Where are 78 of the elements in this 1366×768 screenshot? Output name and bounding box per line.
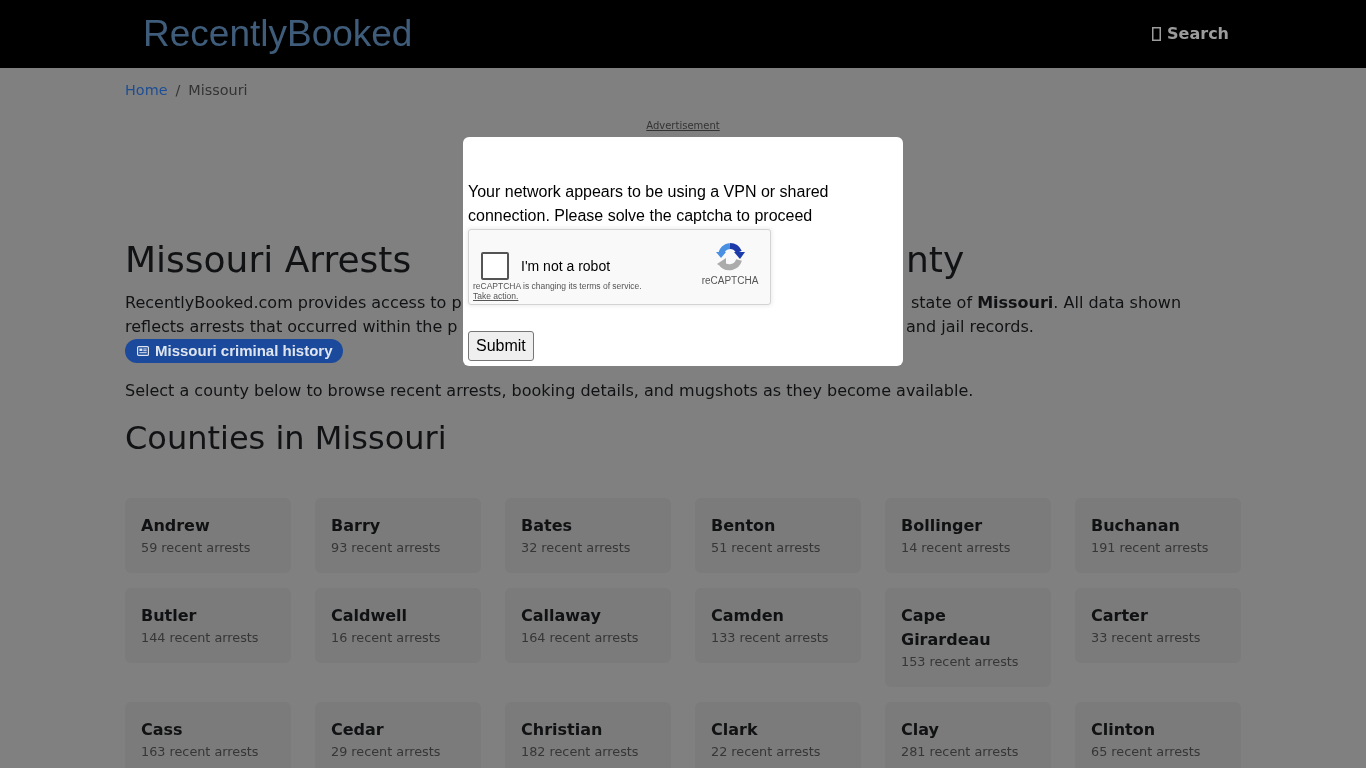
county-card[interactable]: Caldwell 16 recent arrests: [315, 588, 481, 663]
arrest-count: 164 recent arrests: [521, 629, 640, 647]
arrest-count: 153 recent arrests: [901, 653, 1020, 671]
search-button[interactable]: Search: [1152, 22, 1229, 46]
criminal-history-badge[interactable]: Missouri criminal history: [125, 339, 343, 363]
site-logo[interactable]: RecentlyBooked: [143, 12, 413, 56]
county-name: Clay: [901, 719, 940, 741]
intro-text: reflects arrests that occurred within the p: [125, 317, 458, 336]
arrest-count: 144 recent arrests: [141, 629, 260, 647]
county-card[interactable]: Camden 133 recent arrests: [695, 588, 861, 663]
captcha-notice-link[interactable]: Take action.: [473, 291, 519, 301]
page-heading: nty: [906, 238, 965, 282]
county-card[interactable]: Christian 182 recent arrests: [505, 702, 671, 768]
arrest-count: 65 recent arrests: [1091, 743, 1202, 761]
arrest-count: 22 recent arrests: [711, 743, 822, 761]
ad-label: Advertisement: [646, 121, 720, 131]
county-card[interactable]: Benton 51 recent arrests: [695, 498, 861, 573]
arrest-count: 191 recent arrests: [1091, 539, 1210, 557]
arrest-count: 59 recent arrests: [141, 539, 252, 557]
county-name: Clark: [711, 719, 759, 741]
county-name: Camden: [711, 605, 785, 627]
county-card[interactable]: Barry 93 recent arrests: [315, 498, 481, 573]
county-name: Benton: [711, 515, 777, 537]
county-card[interactable]: Clark 22 recent arrests: [695, 702, 861, 768]
county-card[interactable]: Cedar 29 recent arrests: [315, 702, 481, 768]
county-card[interactable]: Clay 281 recent arrests: [885, 702, 1051, 768]
captcha-checkbox[interactable]: [481, 252, 509, 280]
arrest-count: 16 recent arrests: [331, 629, 442, 647]
arrest-count: 33 recent arrests: [1091, 629, 1202, 647]
county-name: Butler: [141, 605, 198, 627]
captcha-notice: reCAPTCHA is changing its terms of service.: [473, 281, 642, 291]
county-name: Carter: [1091, 605, 1149, 627]
county-card[interactable]: Clinton 65 recent arrests: [1075, 702, 1241, 768]
breadcrumb-current: Missouri: [188, 81, 248, 100]
arrest-count: 281 recent arrests: [901, 743, 1020, 761]
section-heading: Counties in Missouri: [125, 419, 448, 457]
circular-arrows-icon: [714, 240, 746, 272]
glyph-box-icon: [1152, 27, 1162, 41]
arrest-count: 163 recent arrests: [141, 743, 260, 761]
county-name: Buchanan: [1091, 515, 1181, 537]
county-card[interactable]: Bollinger 14 recent arrests: [885, 498, 1051, 573]
county-name: Bollinger: [901, 515, 984, 537]
county-card[interactable]: Cass 163 recent arrests: [125, 702, 291, 768]
arrest-count: 32 recent arrests: [521, 539, 632, 557]
arrest-count: 29 recent arrests: [331, 743, 442, 761]
county-name: Caldwell: [331, 605, 409, 627]
select-prompt: Select a county below to browse recent arrests, booking details, and mugshots as they become available.: [125, 380, 975, 402]
intro-text: and jail records.: [906, 316, 1034, 338]
county-name: Cape Girardeau: [901, 605, 992, 651]
arrest-count: 133 recent arrests: [711, 629, 830, 647]
county-name: Christian: [521, 719, 604, 741]
arrest-count: 93 recent arrests: [331, 539, 442, 557]
county-card[interactable]: Andrew 59 recent arrests: [125, 498, 291, 573]
county-name: Andrew: [141, 515, 211, 537]
county-name: Bates: [521, 515, 573, 537]
county-name: Barry: [331, 515, 382, 537]
arrest-count: 14 recent arrests: [901, 539, 1012, 557]
county-name: Cedar: [331, 719, 385, 741]
newspaper-icon: [137, 346, 149, 356]
intro-text: state of Missouri. All data shown: [911, 292, 1182, 314]
arrest-count: 51 recent arrests: [711, 539, 822, 557]
county-card[interactable]: Carter 33 recent arrests: [1075, 588, 1241, 663]
page-heading: Missouri Arrests: [125, 239, 412, 280]
county-card[interactable]: Bates 32 recent arrests: [505, 498, 671, 573]
county-name: Cass: [141, 719, 184, 741]
captcha-brand: reCAPTCHA: [701, 275, 759, 287]
county-card[interactable]: Cape Girardeau 153 recent arrests: [885, 588, 1051, 687]
submit-button[interactable]: Submit: [468, 331, 534, 361]
county-card[interactable]: Buchanan 191 recent arrests: [1075, 498, 1241, 573]
intro-text: RecentlyBooked.com provides access to p: [125, 293, 462, 312]
county-name: Clinton: [1091, 719, 1157, 741]
county-card[interactable]: Butler 144 recent arrests: [125, 588, 291, 663]
dialog-message: Your network appears to be using a VPN or shared connection. Please solve the captcha to proceed: [468, 182, 830, 226]
county-card[interactable]: Callaway 164 recent arrests: [505, 588, 671, 663]
captcha-label: I'm not a robot: [521, 257, 611, 275]
breadcrumb-separator: /: [175, 81, 181, 100]
arrest-count: 182 recent arrests: [521, 743, 640, 761]
county-name: Callaway: [521, 605, 602, 627]
